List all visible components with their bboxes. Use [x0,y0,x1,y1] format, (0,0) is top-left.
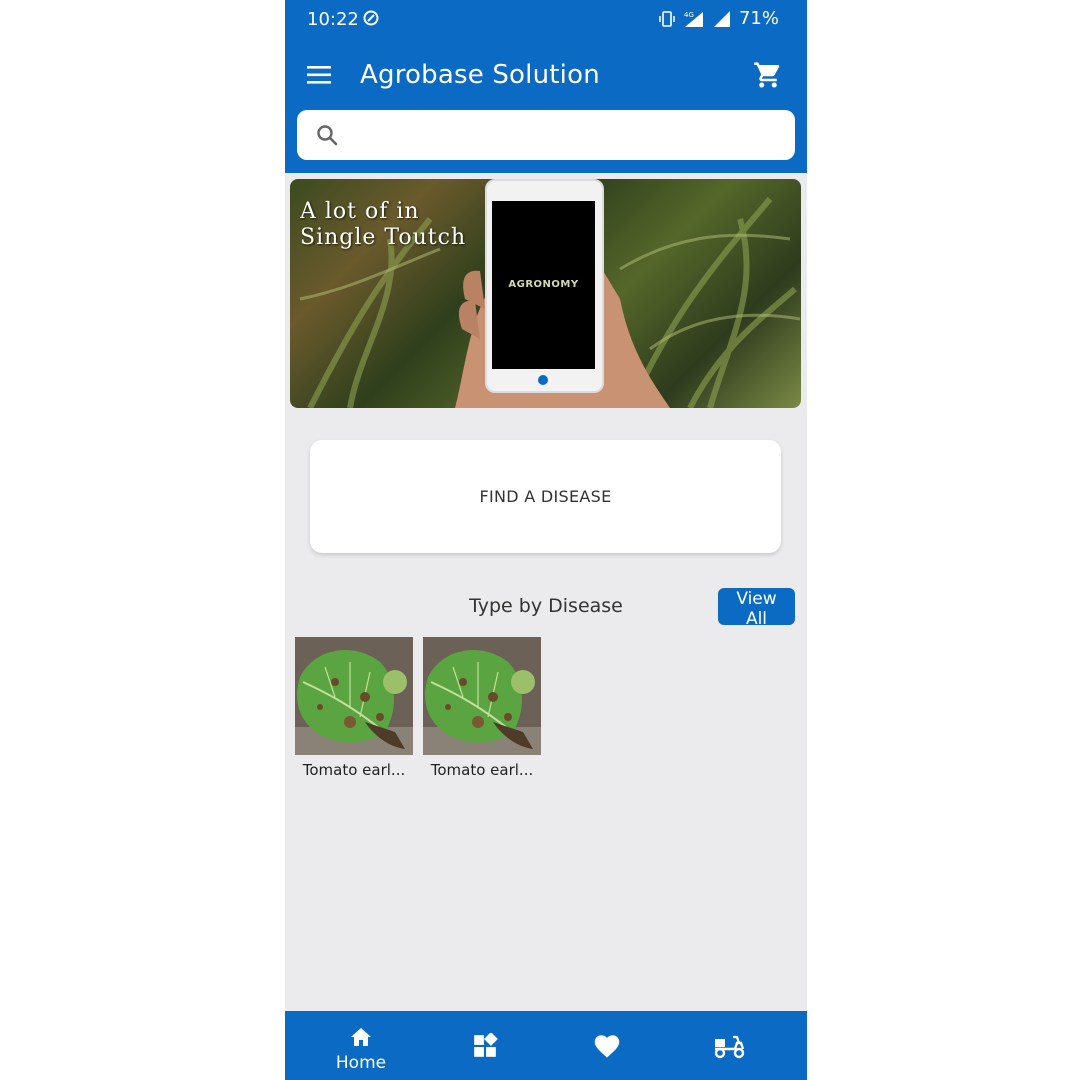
favorite-icon [594,1035,620,1058]
app-title: Agrobase Solution [360,60,600,90]
nav-categories[interactable] [425,1011,545,1080]
nav-home-label: Home [335,1053,387,1073]
find-disease-button[interactable]: FIND A DISEASE [310,440,781,553]
status-bar: 10:22 4G 71% [285,0,807,38]
search-bar[interactable] [297,110,795,160]
hamburger-menu-icon[interactable] [307,64,333,86]
find-disease-label: FIND A DISEASE [479,487,612,506]
nav-delivery[interactable] [669,1011,789,1080]
disease-list: Tomato earl... Tomato earl... [295,637,541,779]
sync-status-icon [363,10,379,26]
tomato-leaf-image [295,637,413,755]
nav-favorites[interactable] [547,1011,667,1080]
categories-icon [474,1033,498,1057]
disease-card[interactable]: Tomato earl... [423,637,541,779]
search-input[interactable] [349,118,783,154]
phone-mockup: AGRONOMY [485,179,604,393]
battery-level: 71% [738,8,779,29]
view-all-button[interactable]: View All [718,588,795,629]
phone-screen: 10:22 4G 71% Agrobase Solution AGRONOMY … [285,0,807,1080]
shopping-cart-icon[interactable] [753,60,783,90]
bottom-navigation: Home [285,1011,807,1080]
status-right: 4G 71% [659,8,779,29]
banner-headline: A lot of in Single Toutch [300,199,466,251]
banner-line-1: A lot of in [300,199,420,224]
phone-mockup-screen: AGRONOMY [492,201,595,369]
app-bar: Agrobase Solution [285,38,807,173]
vibrate-icon [659,10,675,27]
tomato-leaf-image [423,637,541,755]
disease-name: Tomato earl... [430,761,534,779]
agronomy-logo: AGRONOMY [508,279,579,290]
status-time: 10:22 [307,9,359,30]
signal-icon [713,10,730,27]
svg-text:4G: 4G [684,11,694,19]
home-icon [351,1028,371,1046]
promo-banner[interactable]: AGRONOMY A lot of in Single Toutch [290,179,801,408]
banner-line-2: Single Toutch [300,225,467,250]
disease-card[interactable]: Tomato earl... [295,637,413,779]
disease-name: Tomato earl... [302,761,406,779]
nav-home[interactable]: Home [301,1011,421,1080]
phone-home-button [538,375,548,385]
signal-4g-icon: 4G [684,11,703,27]
delivery-scooter-icon [714,1035,745,1059]
search-icon [317,125,338,146]
